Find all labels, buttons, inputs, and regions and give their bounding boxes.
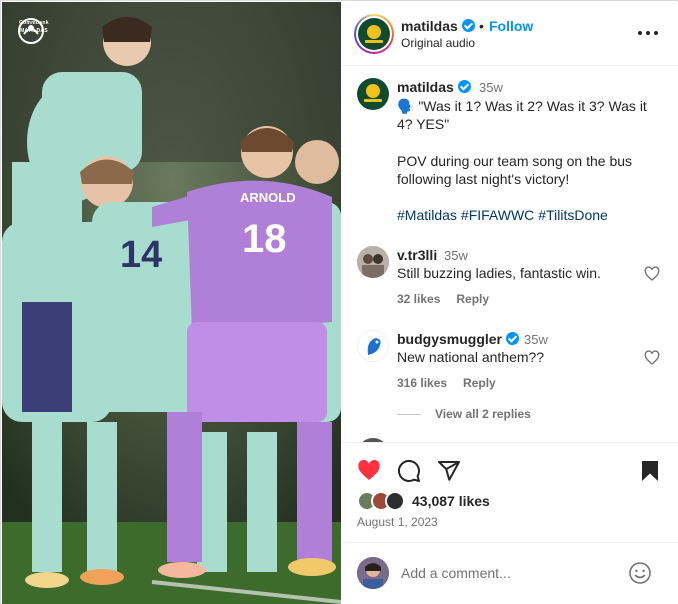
header-username-text[interactable]: matildas	[401, 18, 458, 34]
comment-time: 35w	[524, 332, 548, 347]
jersey-name-text: ARNOLD	[240, 190, 296, 205]
celebration-photo: 14 ARNOLD 18	[2, 2, 341, 604]
caption-username[interactable]: matildas	[397, 79, 471, 95]
jersey-number-text: 18	[242, 217, 287, 261]
header-username[interactable]: matildas	[401, 18, 475, 34]
comment-avatar[interactable]	[357, 246, 389, 278]
reply-button[interactable]: Reply	[463, 376, 496, 390]
teammate-number-text: 14	[120, 234, 162, 276]
hashtag-link[interactable]: #TilitsDone	[538, 207, 608, 223]
caption-text: 🗣️ "Was it 1? Was it 2? Was it 3? Was it…	[397, 98, 647, 132]
share-icon[interactable]	[437, 459, 461, 483]
follow-button[interactable]: Follow	[489, 18, 533, 34]
comment-likes[interactable]: 32 likes	[397, 292, 440, 306]
more-icon[interactable]	[638, 25, 658, 41]
comments-scroll[interactable]: matildas 35w 🗣️ "Was it 1? Was it 2? Was…	[341, 66, 678, 442]
liker-avatar	[385, 491, 405, 511]
post-side-panel: matildas • Follow Original audio matilda…	[341, 2, 678, 604]
story-avatar[interactable]	[354, 14, 394, 54]
comment-heart-icon[interactable]	[644, 266, 660, 282]
ball-icon	[18, 18, 44, 44]
view-replies-button[interactable]: View all 2 replies	[397, 407, 531, 421]
post-actions: 43,087 likes August 1, 2023	[341, 442, 678, 542]
view-replies-text[interactable]: View all 2 replies	[435, 407, 531, 421]
heart-icon[interactable]	[357, 459, 381, 483]
comment-text: New national anthem??	[397, 349, 545, 365]
comment-meta: 316 likes Reply	[397, 376, 512, 390]
liked-by-avatars[interactable]	[357, 491, 417, 511]
caption-time: 35w	[479, 80, 503, 95]
reply-button[interactable]: Reply	[456, 292, 489, 306]
post-frame: 14 ARNOLD 18 Commbank MATILDAS matildas …	[0, 0, 678, 604]
post-date[interactable]: August 1, 2023	[357, 515, 438, 529]
comment-avatar[interactable]	[357, 330, 389, 362]
likes-count[interactable]: 43,087 likes	[412, 493, 490, 509]
bookmark-icon[interactable]	[638, 459, 662, 483]
comment-username[interactable]: budgysmuggler	[397, 331, 520, 347]
comment-likes[interactable]: 316 likes	[397, 376, 447, 390]
comment-username[interactable]: v.tr3lli	[397, 247, 437, 263]
header-separator: •	[479, 18, 484, 34]
matildas-logo: Commbank MATILDAS	[18, 18, 50, 44]
comment-username-text[interactable]: budgysmuggler	[397, 331, 502, 347]
audio-link[interactable]: Original audio	[401, 36, 475, 50]
verified-icon	[457, 80, 471, 93]
replies-divider	[397, 414, 421, 416]
comment-meta: 32 likes Reply	[397, 292, 505, 306]
caption-text-2: POV during our team song on the bus foll…	[397, 153, 633, 187]
add-comment-bar	[341, 542, 678, 604]
post-header: matildas • Follow Original audio	[341, 2, 678, 66]
comment-heart-icon[interactable]	[644, 350, 660, 366]
user-avatar[interactable]	[357, 557, 389, 589]
comment-text: Still buzzing ladies, fantastic win.	[397, 265, 601, 281]
comment-icon[interactable]	[397, 459, 421, 483]
comment-time: 35w	[444, 248, 468, 263]
emoji-icon[interactable]	[628, 561, 652, 585]
caption-avatar[interactable]	[357, 78, 389, 110]
verified-icon	[506, 332, 520, 345]
matildas-avatar	[358, 18, 390, 50]
hashtag-link[interactable]: #Matildas	[397, 207, 457, 223]
post-media[interactable]: 14 ARNOLD 18 Commbank MATILDAS	[2, 2, 341, 604]
hashtag-link[interactable]: #FIFAWWC	[461, 207, 534, 223]
caption-hashtags: #Matildas #FIFAWWC #TilitsDone	[397, 206, 612, 224]
caption-username-text[interactable]: matildas	[397, 79, 454, 95]
verified-icon	[461, 19, 475, 32]
comment-input[interactable]	[401, 563, 621, 583]
